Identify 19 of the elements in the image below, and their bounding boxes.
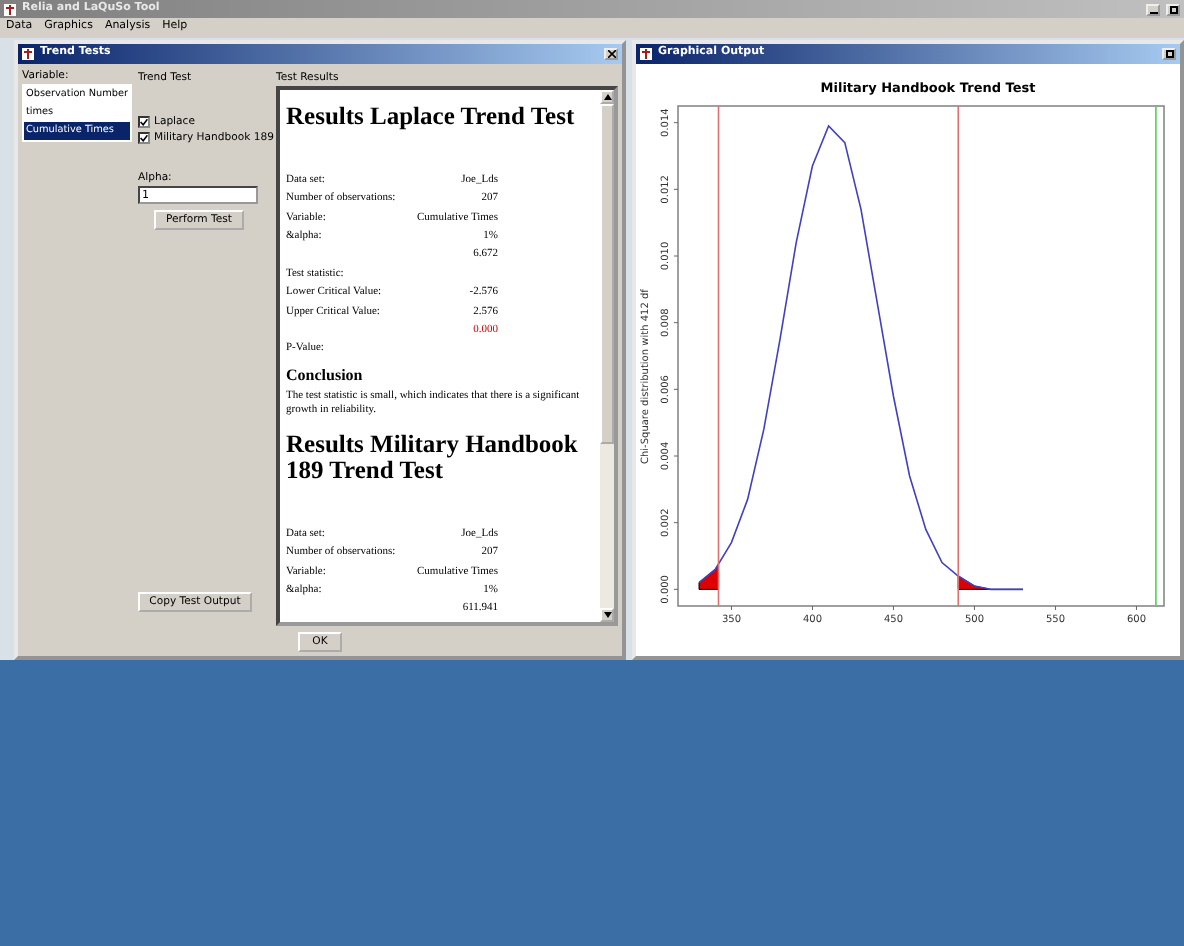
app-icon	[4, 3, 16, 15]
checkbox[interactable]	[138, 132, 150, 144]
close-button[interactable]	[604, 48, 618, 60]
restore-icon	[1169, 5, 1177, 13]
window-icon	[640, 48, 652, 60]
checkbox[interactable]	[138, 116, 150, 128]
scrollbar[interactable]	[600, 90, 614, 622]
results-heading: Results Laplace Trend Test	[286, 104, 577, 130]
up-arrow-icon	[603, 94, 611, 100]
restore-button[interactable]	[1166, 3, 1180, 15]
close-icon	[607, 50, 615, 58]
shaded-tail	[698, 563, 720, 590]
maximize-icon	[1165, 50, 1173, 58]
conclusion-heading: Conclusion	[286, 366, 365, 387]
down-arrow-icon	[603, 612, 611, 618]
results-heading: Results Military Handbook 189 Trend Test	[286, 432, 580, 485]
maximize-button[interactable]	[1162, 48, 1176, 60]
window-icon	[22, 48, 34, 60]
minimize-button[interactable]	[1146, 3, 1160, 15]
